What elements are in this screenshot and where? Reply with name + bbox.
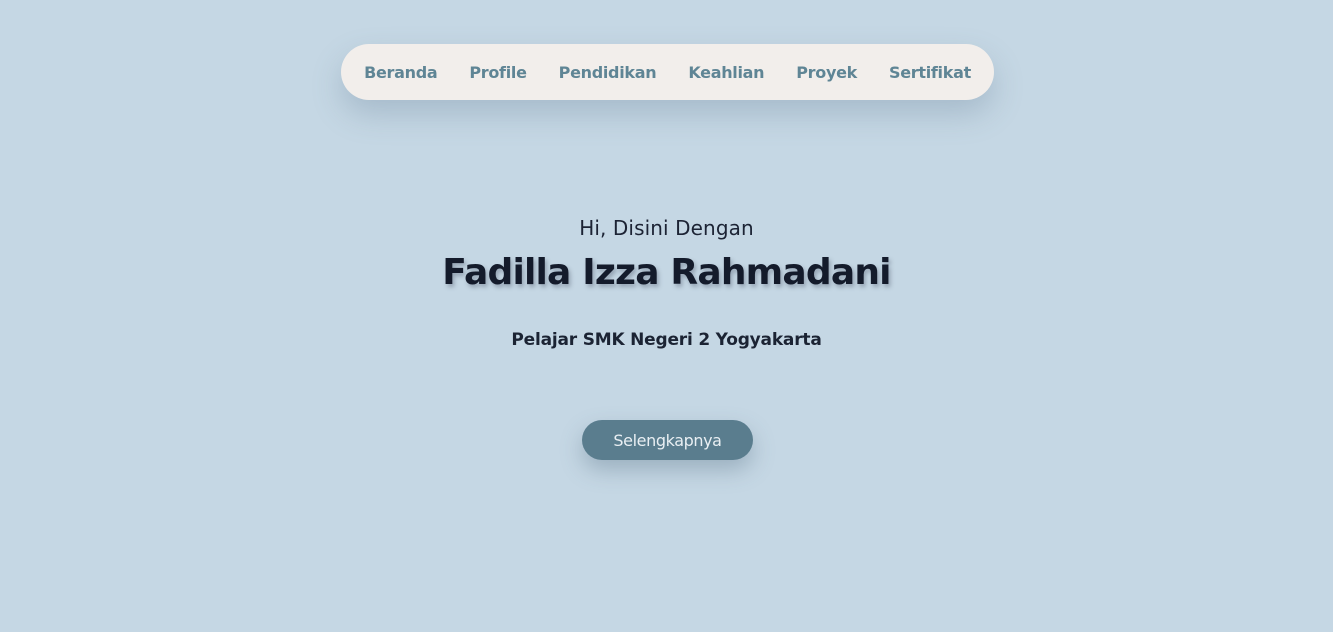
hero-name: Fadilla Izza Rahmadani [442,252,891,293]
selengkapnya-button[interactable]: Selengkapnya [582,420,753,460]
nav-item-pendidikan[interactable]: Pendidikan [543,63,673,82]
nav-item-sertifikat[interactable]: Sertifikat [873,63,987,82]
nav-item-beranda[interactable]: Beranda [348,63,453,82]
hero-tagline: Pelajar SMK Negeri 2 Yogyakarta [511,330,822,350]
hero-greeting: Hi, Disini Dengan [579,216,754,240]
nav-item-proyek[interactable]: Proyek [780,63,873,82]
nav-item-profile[interactable]: Profile [453,63,542,82]
navigation-bar: Beranda Profile Pendidikan Keahlian Proy… [341,44,994,100]
nav-item-keahlian[interactable]: Keahlian [672,63,780,82]
